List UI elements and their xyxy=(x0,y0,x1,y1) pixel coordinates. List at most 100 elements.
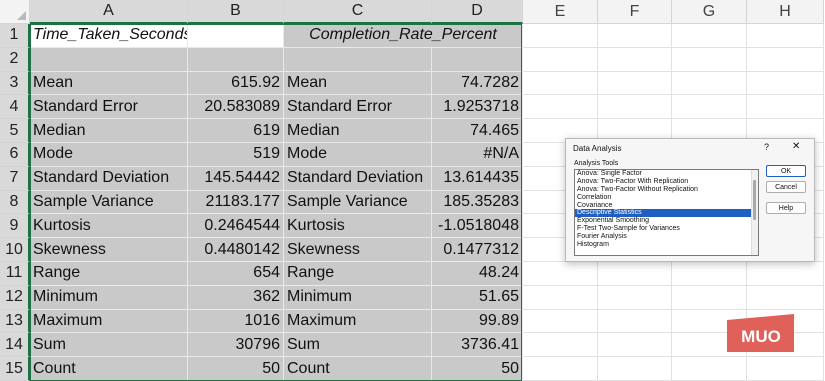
cell-h11[interactable] xyxy=(747,262,824,286)
cell-c4[interactable]: Standard Error xyxy=(284,95,432,120)
analysis-tool-item[interactable]: Fourier Analysis xyxy=(575,233,758,241)
cell-c10[interactable]: Skewness xyxy=(284,238,432,262)
row-header-5[interactable]: 5 xyxy=(0,119,30,143)
cell-b8[interactable]: 21183.177 xyxy=(188,190,284,215)
cell-d2[interactable] xyxy=(432,47,523,72)
cell-h3[interactable] xyxy=(747,71,824,96)
scrollbar-thumb[interactable] xyxy=(753,180,756,220)
analysis-tool-item[interactable]: Correlation xyxy=(575,194,758,202)
close-icon[interactable]: ✕ xyxy=(792,141,800,152)
cell-h2[interactable] xyxy=(747,47,824,72)
cell-d9[interactable]: -1.0518048 xyxy=(432,214,523,239)
help-icon[interactable]: ? xyxy=(764,142,769,152)
cell-d7[interactable]: 13.614435 xyxy=(432,166,523,191)
cell-h15[interactable] xyxy=(747,357,824,381)
cell-e12[interactable] xyxy=(523,285,598,310)
cell-a4[interactable]: Standard Error xyxy=(30,95,188,120)
row-header-2[interactable]: 2 xyxy=(0,47,30,72)
cell-g15[interactable] xyxy=(672,357,747,381)
cell-d13[interactable]: 99.89 xyxy=(432,309,523,334)
cell-c7[interactable]: Standard Deviation xyxy=(284,166,432,191)
analysis-tool-item[interactable]: F-Test Two-Sample for Variances xyxy=(575,225,758,233)
cell-g1[interactable] xyxy=(672,24,747,48)
cell-b14[interactable]: 30796 xyxy=(188,333,284,358)
column-header-e[interactable]: E xyxy=(523,0,598,24)
cell-b1[interactable] xyxy=(188,24,284,48)
ok-button[interactable]: OK xyxy=(766,165,806,177)
cell-e4[interactable] xyxy=(523,95,598,120)
column-header-a[interactable]: A xyxy=(30,0,188,24)
column-header-d[interactable]: D xyxy=(432,0,523,24)
cell-b3[interactable]: 615.92 xyxy=(188,71,284,96)
column-header-h[interactable]: H xyxy=(747,0,824,24)
cell-a9[interactable]: Kurtosis xyxy=(30,214,188,239)
cell-f2[interactable] xyxy=(598,47,672,72)
row-header-1[interactable]: 1 xyxy=(0,24,30,48)
cell-a10[interactable]: Skewness xyxy=(30,238,188,262)
row-header-8[interactable]: 8 xyxy=(0,190,30,215)
cell-h1[interactable] xyxy=(747,24,824,48)
row-header-9[interactable]: 9 xyxy=(0,214,30,239)
cell-g12[interactable] xyxy=(672,285,747,310)
cell-e15[interactable] xyxy=(523,357,598,381)
cell-d8[interactable]: 185.35283 xyxy=(432,190,523,215)
help-button[interactable]: Help xyxy=(766,202,806,214)
cell-d6[interactable]: #N/A xyxy=(432,143,523,167)
cell-g2[interactable] xyxy=(672,47,747,72)
cell-f15[interactable] xyxy=(598,357,672,381)
cancel-button[interactable]: Cancel xyxy=(766,181,806,193)
cell-e1[interactable] xyxy=(523,24,598,48)
cell-d12[interactable]: 51.65 xyxy=(432,285,523,310)
cell-f12[interactable] xyxy=(598,285,672,310)
analysis-tool-item[interactable]: Exponential Smoothing xyxy=(575,217,758,225)
analysis-tool-item[interactable]: Descriptive Statistics xyxy=(575,209,758,218)
row-header-14[interactable]: 14 xyxy=(0,333,30,358)
cell-b4[interactable]: 20.583089 xyxy=(188,95,284,120)
cell-b6[interactable]: 519 xyxy=(188,143,284,167)
cell-a6[interactable]: Mode xyxy=(30,143,188,167)
cell-a8[interactable]: Sample Variance xyxy=(30,190,188,215)
cell-a7[interactable]: Standard Deviation xyxy=(30,166,188,191)
cell-b7[interactable]: 145.54442 xyxy=(188,166,284,191)
cell-b10[interactable]: 0.4480142 xyxy=(188,238,284,262)
row-header-15[interactable]: 15 xyxy=(0,357,30,381)
cell-c14[interactable]: Sum xyxy=(284,333,432,358)
cell-g3[interactable] xyxy=(672,71,747,96)
row-header-12[interactable]: 12 xyxy=(0,285,30,310)
analysis-tool-item[interactable]: Anova: Two-Factor With Replication xyxy=(575,178,758,186)
analysis-tool-item[interactable]: Anova: Single Factor xyxy=(575,170,758,178)
cell-e13[interactable] xyxy=(523,309,598,334)
column-header-f[interactable]: F xyxy=(598,0,672,24)
cell-b9[interactable]: 0.2464544 xyxy=(188,214,284,239)
cell-c12[interactable]: Minimum xyxy=(284,285,432,310)
cell-c6[interactable]: Mode xyxy=(284,143,432,167)
cell-d10[interactable]: 0.1477312 xyxy=(432,238,523,262)
header-completion-rate[interactable]: Completion_Rate_Percent xyxy=(284,24,523,48)
column-header-g[interactable]: G xyxy=(672,0,747,24)
cell-f1[interactable] xyxy=(598,24,672,48)
cell-b12[interactable]: 362 xyxy=(188,285,284,310)
cell-e2[interactable] xyxy=(523,47,598,72)
cell-f13[interactable] xyxy=(598,309,672,334)
header-time-taken[interactable]: Time_Taken_Seconds xyxy=(30,24,188,48)
cell-a13[interactable]: Maximum xyxy=(30,309,188,334)
column-header-c[interactable]: C xyxy=(284,0,432,24)
analysis-tool-item[interactable]: Histogram xyxy=(575,241,758,249)
cell-c8[interactable]: Sample Variance xyxy=(284,190,432,215)
row-header-6[interactable]: 6 xyxy=(0,143,30,167)
analysis-tool-item[interactable]: Covariance xyxy=(575,202,758,210)
cell-f4[interactable] xyxy=(598,95,672,120)
cell-d4[interactable]: 1.9253718 xyxy=(432,95,523,120)
cell-a15[interactable]: Count xyxy=(30,357,188,381)
cell-d14[interactable]: 3736.41 xyxy=(432,333,523,358)
cell-a14[interactable]: Sum xyxy=(30,333,188,358)
cell-c5[interactable]: Median xyxy=(284,119,432,143)
cell-c9[interactable]: Kurtosis xyxy=(284,214,432,239)
row-header-11[interactable]: 11 xyxy=(0,262,30,286)
row-header-3[interactable]: 3 xyxy=(0,71,30,96)
cell-b11[interactable]: 654 xyxy=(188,262,284,286)
column-header-b[interactable]: B xyxy=(188,0,284,24)
cell-b5[interactable]: 619 xyxy=(188,119,284,143)
cell-e14[interactable] xyxy=(523,333,598,358)
cell-f3[interactable] xyxy=(598,71,672,96)
